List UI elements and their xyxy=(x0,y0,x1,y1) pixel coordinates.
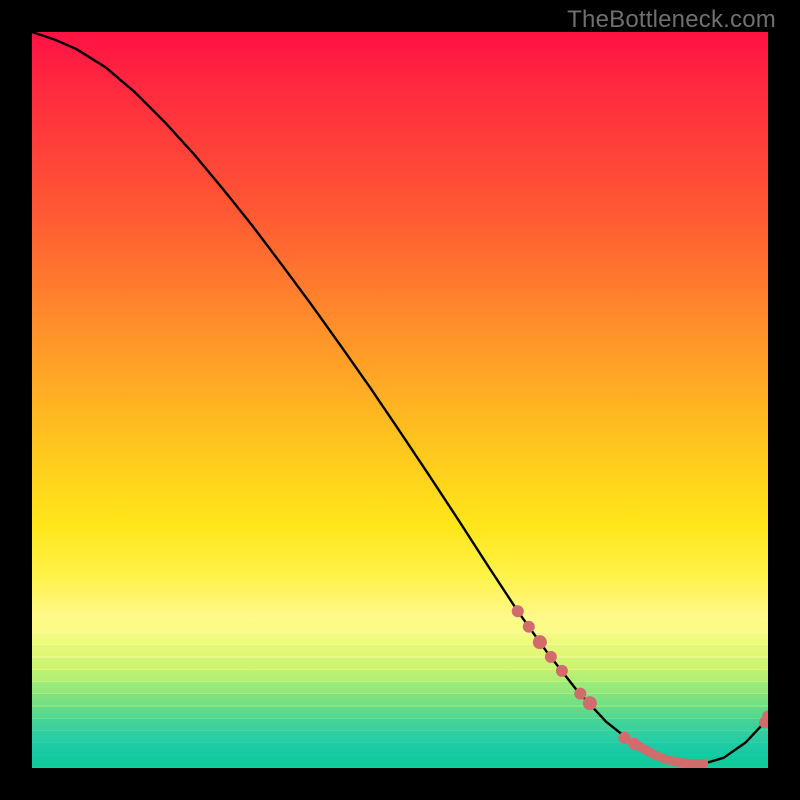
highlight-points-group xyxy=(512,605,768,768)
watermark-text: TheBottleneck.com xyxy=(567,6,776,34)
chart-stage: TheBottleneck.com xyxy=(0,0,800,800)
highlight-point xyxy=(574,688,586,700)
highlight-point xyxy=(512,605,524,617)
highlight-point xyxy=(545,651,557,663)
highlight-point xyxy=(523,621,535,633)
chart-svg xyxy=(32,32,768,768)
highlight-point xyxy=(583,696,597,710)
highlight-point xyxy=(556,665,568,677)
highlight-point xyxy=(533,635,547,649)
plot-area xyxy=(32,32,768,768)
bottleneck-curve xyxy=(32,32,768,764)
